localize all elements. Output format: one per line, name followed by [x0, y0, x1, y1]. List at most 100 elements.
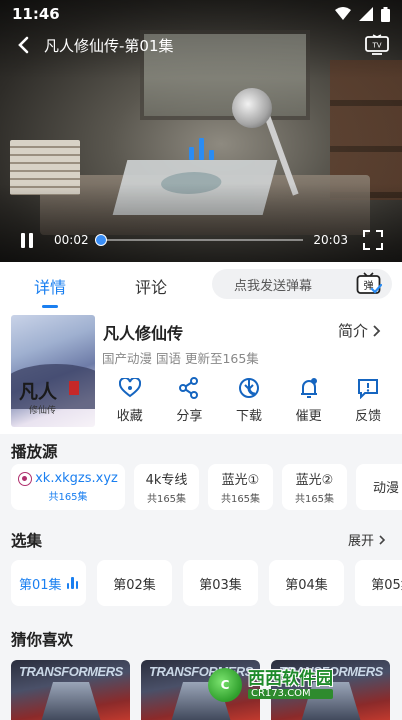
heart-icon	[118, 376, 142, 400]
watermark-text: 西西软件园	[248, 668, 333, 689]
download-icon	[237, 376, 261, 400]
source-item[interactable]: 蓝光② 共165集	[282, 464, 347, 510]
share-icon	[177, 376, 201, 400]
source-name: 蓝光①	[221, 473, 260, 488]
source-count: 共165集	[146, 494, 187, 505]
notify-label: 催更	[295, 409, 322, 424]
cast-button[interactable]: TV	[362, 33, 392, 57]
recommend-artwork	[41, 682, 101, 720]
episode-label: 第02集	[113, 577, 156, 593]
share-button[interactable]: 分享	[160, 376, 220, 428]
intro-button[interactable]: 简介	[338, 320, 381, 341]
recommend-item[interactable]: TRANSFORMERS	[11, 660, 130, 720]
chevron-left-icon	[18, 36, 29, 54]
episode-label: 第01集	[18, 577, 62, 593]
source-name: 动漫	[372, 480, 399, 496]
favorite-button[interactable]: 收藏	[100, 376, 160, 428]
recommend-logo: TRANSFORMERS	[19, 664, 123, 679]
current-time: 00:02	[54, 233, 89, 247]
feedback-icon	[356, 376, 380, 400]
notify-button[interactable]: 催更	[279, 376, 339, 428]
episode-label: 第03集	[199, 577, 242, 593]
source-name: xk.xkgzs.xyz	[35, 471, 118, 486]
video-player[interactable]: 11:46 凡人修仙传-第01集 TV 00:02 20:03	[0, 0, 402, 262]
source-count: 共165集	[48, 492, 88, 503]
feedback-label: 反馈	[355, 409, 382, 424]
episode-label: 第05集	[371, 577, 402, 593]
expand-label: 展开	[347, 534, 374, 549]
duration-time: 20:03	[313, 233, 348, 247]
source-item[interactable]: xk.xkgzs.xyz 共165集	[11, 464, 125, 510]
watermark-url: CR173.COM	[248, 688, 333, 700]
chevron-right-icon	[373, 324, 381, 337]
wifi-icon	[335, 7, 351, 20]
source-item[interactable]: 4k专线 共165集	[134, 464, 199, 510]
source-name: 蓝光②	[295, 473, 334, 488]
source-name: 4k专线	[145, 473, 188, 488]
show-title: 凡人修仙传	[103, 324, 184, 343]
intro-label: 简介	[338, 322, 369, 340]
player-title: 凡人修仙传-第01集	[44, 36, 174, 55]
source-count: 共165集	[220, 494, 261, 505]
status-bar: 11:46	[0, 0, 402, 28]
episode-item[interactable]: 第01集	[11, 560, 86, 606]
poster-title: 凡人	[19, 381, 58, 403]
source-logo-icon	[18, 471, 33, 486]
tab-comments[interactable]: 评论	[135, 274, 167, 298]
share-label: 分享	[176, 409, 203, 424]
danmu-input[interactable]: 点我发送弹幕 弹	[212, 269, 392, 299]
fullscreen-button[interactable]	[362, 229, 384, 251]
notify-icon	[297, 376, 321, 400]
status-icons	[335, 6, 390, 22]
back-button[interactable]	[10, 32, 36, 58]
episode-item[interactable]: 第05集	[355, 560, 402, 606]
source-count: 共165集	[294, 494, 335, 505]
danmu-placeholder: 点我发送弹幕	[234, 278, 313, 294]
poster-seal	[69, 381, 79, 395]
sources-title: 播放源	[11, 443, 58, 461]
episode-item[interactable]: 第02集	[97, 560, 172, 606]
status-time: 11:46	[12, 5, 60, 23]
episodes-title: 选集	[11, 532, 43, 550]
download-button[interactable]: 下载	[219, 376, 279, 428]
action-row: 收藏 分享 下载 催更 反馈	[100, 376, 398, 428]
signal-icon	[359, 7, 373, 21]
show-info-card: 凡人 修仙传 凡人修仙传 简介 国产动漫 国语 更新至165集 收藏 分享 下载…	[0, 308, 402, 434]
episode-label: 第04集	[285, 577, 328, 593]
source-list: xk.xkgzs.xyz 共165集 4k专线 共165集 蓝光① 共165集 …	[11, 464, 402, 510]
playing-indicator-icon	[189, 138, 214, 160]
svg-text:TV: TV	[371, 42, 381, 50]
source-item[interactable]: 蓝光① 共165集	[208, 464, 273, 510]
watermark-logo-icon: C	[208, 668, 242, 702]
now-playing-icon	[66, 577, 79, 589]
source-item[interactable]: 动漫	[356, 464, 402, 510]
show-poster[interactable]: 凡人 修仙传	[11, 315, 95, 427]
pause-icon-bar	[29, 232, 33, 248]
fullscreen-icon	[363, 230, 383, 250]
player-controls: 00:02 20:03	[0, 226, 402, 254]
feedback-button[interactable]: 反馈	[338, 376, 398, 428]
download-label: 下载	[235, 409, 262, 424]
episode-item[interactable]: 第04集	[269, 560, 344, 606]
seek-bar[interactable]	[94, 232, 304, 248]
site-watermark: C 西西软件园 CR173.COM	[208, 666, 383, 704]
favorite-label: 收藏	[116, 409, 143, 424]
show-meta: 国产动漫 国语 更新至165集	[102, 351, 259, 366]
seek-track	[98, 239, 304, 241]
tab-details[interactable]: 详情	[34, 274, 66, 308]
detail-content: 凡人 修仙传 凡人修仙传 简介 国产动漫 国语 更新至165集 收藏 分享 下载…	[0, 308, 402, 720]
pause-icon	[21, 232, 25, 248]
danmu-toggle-icon[interactable]: 弹	[356, 272, 382, 296]
episode-list: 第01集 第02集 第03集 第04集 第05集	[11, 560, 402, 606]
chevron-right-icon	[379, 534, 386, 545]
pause-button[interactable]	[18, 231, 36, 249]
expand-button[interactable]: 展开	[348, 530, 386, 549]
episode-item[interactable]: 第03集	[183, 560, 258, 606]
recommend-title: 猜你喜欢	[11, 631, 74, 649]
tv-cast-icon: TV	[365, 34, 389, 55]
tab-bar: 详情 评论 点我发送弹幕 弹	[0, 262, 402, 308]
seek-handle[interactable]	[94, 234, 107, 246]
poster-subtitle: 修仙传	[29, 406, 57, 416]
player-title-bar: 凡人修仙传-第01集 TV	[0, 30, 402, 60]
watermark-text-group: 西西软件园 CR173.COM	[248, 668, 333, 700]
